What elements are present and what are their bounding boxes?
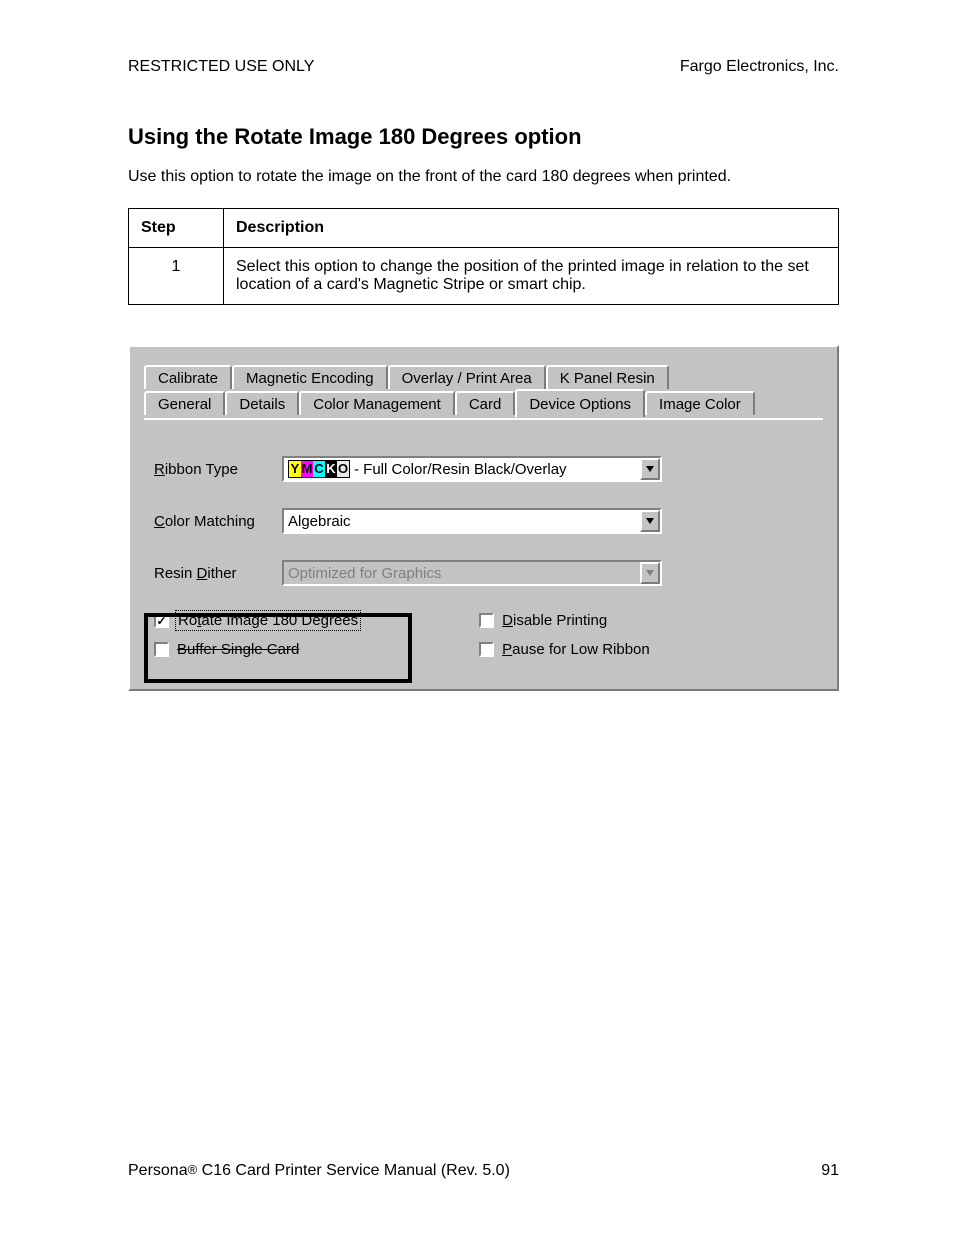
footer-product: Persona	[128, 1162, 188, 1179]
rotate-label-pre: Ro	[178, 612, 197, 629]
checkbox-icon	[479, 613, 494, 628]
step-number: 1	[129, 248, 224, 305]
tab-details[interactable]: Details	[225, 391, 299, 415]
color-matching-combobox[interactable]: Algebraic	[282, 508, 662, 534]
page-header: RESTRICTED USE ONLY Fargo Electronics, I…	[128, 58, 839, 76]
step-description: Select this option to change the positio…	[224, 248, 839, 305]
tab-color-management[interactable]: Color Management	[299, 391, 455, 415]
rotate-180-label: Rotate Image 180 Degrees	[177, 612, 359, 629]
disable-printing-label: Disable Printing	[502, 612, 607, 629]
checkbox-icon	[154, 642, 169, 657]
color-matching-label-text: olor Matching	[165, 513, 255, 530]
ribbon-type-label: Ribbon Type	[154, 461, 282, 478]
checkbox-icon	[154, 613, 169, 628]
header-left: RESTRICTED USE ONLY	[128, 58, 314, 76]
dropdown-arrow-icon[interactable]	[640, 458, 660, 480]
footer-left: Persona® C16 Card Printer Service Manual…	[128, 1162, 510, 1180]
pause-low-ribbon-checkbox[interactable]: Pause for Low Ribbon	[479, 641, 650, 658]
document-page: RESTRICTED USE ONLY Fargo Electronics, I…	[0, 0, 954, 1235]
color-matching-value: Algebraic	[284, 513, 640, 530]
ribbon-type-value: YMCKO - Full Color/Resin Black/Overlay	[284, 460, 640, 478]
buffer-single-card-checkbox[interactable]: Buffer Single Card	[154, 641, 359, 658]
tab-k-panel-resin[interactable]: K Panel Resin	[546, 365, 669, 389]
ymcko-icon: YMCKO	[288, 460, 350, 478]
header-right: Fargo Electronics, Inc.	[680, 58, 839, 76]
tab-card[interactable]: Card	[455, 391, 516, 415]
color-matching-accel: C	[154, 513, 165, 530]
resin-dither-row: Resin Dither Optimized for Graphics	[154, 560, 813, 586]
disable-printing-accel: D	[502, 612, 513, 629]
ribbon-type-label-text: ibbon Type	[165, 461, 238, 478]
resin-dither-combobox: Optimized for Graphics	[282, 560, 662, 586]
disable-printing-text: isable Printing	[513, 612, 607, 629]
device-options-panel: Ribbon Type YMCKO - Full Color/Resin Bla…	[144, 418, 823, 668]
checkbox-area: Rotate Image 180 Degrees Buffer Single C…	[154, 612, 813, 658]
tab-general[interactable]: General	[144, 391, 225, 415]
ribbon-type-accel: R	[154, 461, 165, 478]
col-description: Description	[224, 209, 839, 248]
checkbox-col-left: Rotate Image 180 Degrees Buffer Single C…	[154, 612, 359, 658]
col-step: Step	[129, 209, 224, 248]
tab-row-front: General Details Color Management Card De…	[144, 389, 823, 415]
color-matching-row: Color Matching Algebraic	[154, 508, 813, 534]
registered-symbol: ®	[188, 1162, 198, 1177]
buffer-single-card-label: Buffer Single Card	[177, 641, 299, 658]
printer-properties-dialog: Calibrate Magnetic Encoding Overlay / Pr…	[128, 345, 839, 691]
tab-row-back: Calibrate Magnetic Encoding Overlay / Pr…	[144, 363, 823, 389]
table-header-row: Step Description	[129, 209, 839, 248]
tab-device-options[interactable]: Device Options	[515, 389, 645, 417]
resin-dither-accel: D	[197, 565, 208, 582]
tab-calibrate[interactable]: Calibrate	[144, 365, 232, 389]
ribbon-type-combobox[interactable]: YMCKO - Full Color/Resin Black/Overlay	[282, 456, 662, 482]
rotate-180-checkbox[interactable]: Rotate Image 180 Degrees	[154, 612, 359, 629]
resin-dither-value: Optimized for Graphics	[284, 565, 640, 582]
page-number: 91	[821, 1162, 839, 1180]
resin-dither-label-pre: Resin	[154, 565, 197, 582]
steps-table: Step Description 1 Select this option to…	[128, 208, 839, 305]
table-row: 1 Select this option to change the posit…	[129, 248, 839, 305]
pause-low-ribbon-accel: P	[502, 641, 512, 658]
dialog-screenshot: Calibrate Magnetic Encoding Overlay / Pr…	[128, 345, 839, 691]
ribbon-type-text: - Full Color/Resin Black/Overlay	[354, 461, 567, 478]
page-footer: Persona® C16 Card Printer Service Manual…	[128, 1162, 839, 1180]
section-intro: Use this option to rotate the image on t…	[128, 168, 839, 186]
color-matching-label: Color Matching	[154, 513, 282, 530]
pause-low-ribbon-text: ause for Low Ribbon	[512, 641, 650, 658]
resin-dither-label-post: ither	[207, 565, 236, 582]
resin-dither-label: Resin Dither	[154, 565, 282, 582]
disable-printing-checkbox[interactable]: Disable Printing	[479, 612, 650, 629]
tab-magnetic-encoding[interactable]: Magnetic Encoding	[232, 365, 388, 389]
checkbox-col-right: Disable Printing Pause for Low Ribbon	[479, 612, 650, 658]
ribbon-type-row: Ribbon Type YMCKO - Full Color/Resin Bla…	[154, 456, 813, 482]
dropdown-arrow-icon[interactable]	[640, 510, 660, 532]
tab-image-color[interactable]: Image Color	[645, 391, 755, 415]
rotate-label-post: ate Image 180 Degrees	[201, 612, 358, 629]
section-title: Using the Rotate Image 180 Degrees optio…	[128, 124, 839, 150]
tab-strip: Calibrate Magnetic Encoding Overlay / Pr…	[144, 363, 823, 415]
tab-overlay-print-area[interactable]: Overlay / Print Area	[388, 365, 546, 389]
dropdown-arrow-icon	[640, 562, 660, 584]
checkbox-icon	[479, 642, 494, 657]
footer-manual: C16 Card Printer Service Manual (Rev. 5.…	[197, 1162, 510, 1179]
pause-low-ribbon-label: Pause for Low Ribbon	[502, 641, 650, 658]
